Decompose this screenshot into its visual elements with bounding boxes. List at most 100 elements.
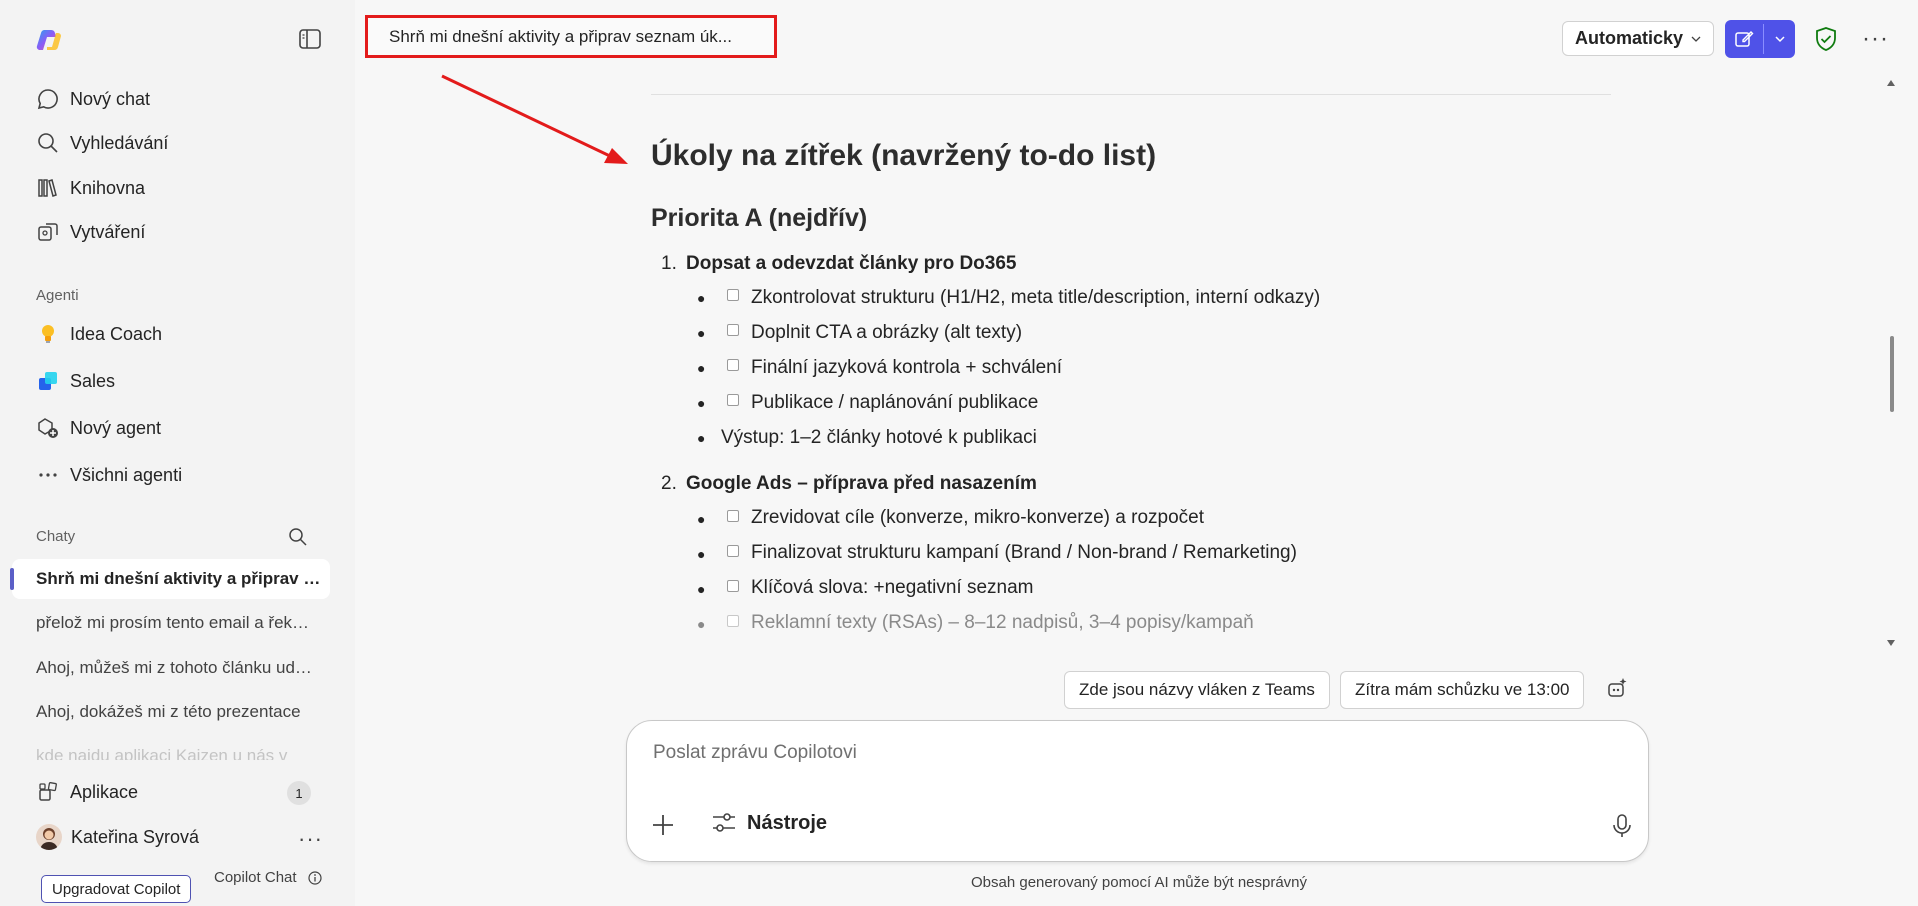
chat-item[interactable]: přelož mi prosím tento email a řekni mi [36,613,316,633]
list-item: Zkontrolovat strukturu (H1/H2, meta titl… [751,287,1321,308]
toggle-sidebar-icon[interactable] [299,29,321,49]
bullet: ● [697,511,706,527]
tools-button[interactable]: Nástroje [711,811,827,835]
task-checkbox[interactable] [727,289,739,301]
nav-create[interactable]: Vytváření [36,216,145,248]
nav-label: Vyhledávání [70,132,169,153]
nav-label: Knihovna [70,177,146,198]
lightbulb-icon [36,322,60,346]
user-more-icon[interactable]: ··· [298,826,323,852]
new-chat-split-button[interactable] [1725,20,1795,58]
more-suggestions-icon[interactable] [1604,676,1630,702]
task-checkbox[interactable] [727,324,739,336]
list-item: Výstup: 1–2 články hotové k publikaci [721,427,1037,448]
upgrade-button[interactable]: Upgradovat Copilot [41,875,192,903]
scrollbar-thumb[interactable] [1890,336,1894,412]
info-icon[interactable] [308,871,322,885]
plus-icon[interactable] [651,813,675,837]
library-icon [36,176,60,200]
chat-bubble-icon [36,87,60,111]
tools-label: Nástroje [747,811,828,834]
search-chats-icon[interactable] [288,527,308,547]
nav-library[interactable]: Knihovna [36,172,145,204]
apps-count-badge: 1 [287,781,311,805]
list-number: 2. [661,473,677,494]
new-agent-icon [36,416,60,440]
chat-item[interactable]: Ahoj, dokážeš mi z této prezentace [36,702,316,722]
new-chat-button[interactable] [1725,20,1763,58]
chevron-down-icon [1774,36,1785,43]
bullet: ● [697,325,706,341]
more-options-icon[interactable]: ··· [1862,25,1889,53]
bullet: ● [697,546,706,562]
section-title: Dopsat a odevzdat články pro Do365 [686,253,1017,274]
ai-disclaimer: Obsah generovaný pomocí AI může být nesp… [971,874,1308,891]
nav-apps[interactable]: Aplikace [36,776,138,808]
task-checkbox[interactable] [727,545,739,557]
task-checkbox[interactable] [727,615,739,627]
task-checkbox[interactable] [727,394,739,406]
nav-search[interactable]: Vyhledávání [36,127,168,159]
message-composer: Nástroje [626,720,1649,862]
chat-item-active[interactable]: Shrň mi dnešní aktivity a připrav seznam… [10,559,330,599]
scroll-up-arrow-icon[interactable] [1887,80,1895,86]
search-icon [36,131,60,155]
sidebar: Nový chat Vyhledávání Knihovna Vytváření… [0,0,355,906]
nav-label: Aplikace [70,781,139,802]
task-checkbox[interactable] [727,510,739,522]
task-checkbox[interactable] [727,359,739,371]
product-label: Copilot Chat [214,869,297,886]
list-number: 1. [661,253,677,274]
apps-icon [36,780,60,804]
list-item: Doplnit CTA a obrázky (alt texty) [751,322,1023,343]
compose-icon [1735,31,1754,47]
agent-sales[interactable]: Sales [36,365,115,397]
section-title: Google Ads – příprava před nasazením [686,473,1037,494]
suggestion-chip[interactable]: Zde jsou názvy vláken z Teams [1064,671,1330,709]
chat-item-label: Shrň mi dnešní aktivity a připrav seznam… [36,569,321,588]
bullet: ● [697,360,706,376]
agents-section-label: Agenti [36,287,79,304]
nav-label: Sales [70,370,116,391]
more-icon [36,463,60,487]
bullet: ● [697,581,706,597]
create-icon [36,220,60,244]
shield-check-icon[interactable] [1814,26,1838,52]
sales-icon [36,369,60,393]
divider [651,94,1611,95]
nav-label: Idea Coach [70,323,163,344]
task-checkbox[interactable] [727,580,739,592]
chats-section-label: Chaty [36,528,76,545]
bullet: ● [697,290,706,306]
bullet: ● [697,616,706,632]
conversation-title[interactable]: Shrň mi dnešní aktivity a připrav seznam… [365,15,777,58]
model-select[interactable]: Automaticky [1562,21,1714,56]
agent-idea-coach[interactable]: Idea Coach [36,318,162,350]
list-item: Finální jazyková kontrola + schválení [751,357,1063,378]
list-item: Reklamní texty (RSAs) – 8–12 nadpisů, 3–… [751,612,1254,633]
nav-label: Nový chat [70,88,151,109]
sliders-icon [713,813,735,832]
response-heading: Úkoly na zítřek (navržený to-do list) [651,139,1157,172]
chevron-down-icon [1691,36,1701,42]
agent-all[interactable]: Všichni agenti [36,459,182,491]
message-input[interactable] [651,741,1555,765]
chat-item[interactable]: Ahoj, můžeš mi z tohoto článku udělat [36,658,316,678]
agent-new[interactable]: Nový agent [36,412,161,444]
nav-label: Vytváření [70,221,146,242]
bullet: ● [697,395,706,411]
user-name[interactable]: Kateřina Syrová [71,821,199,853]
copilot-logo-icon[interactable] [36,27,62,53]
avatar[interactable] [36,824,62,850]
new-chat-dropdown[interactable] [1764,20,1795,58]
scroll-down-arrow-icon[interactable] [1887,640,1895,646]
list-item: Klíčová slova: +negativní seznam [751,577,1034,598]
bullet: ● [697,430,706,446]
microphone-icon[interactable] [1611,813,1633,839]
nav-new-chat[interactable]: Nový chat [36,83,150,115]
nav-label: Všichni agenti [70,464,183,485]
chat-item[interactable]: kde najdu aplikaci Kaizen u nás v [36,746,316,760]
list-item: Publikace / naplánování publikace [751,392,1039,413]
suggestion-chip[interactable]: Zítra mám schůzku ve 13:00 [1340,671,1585,709]
response-subheading: Priorita A (nejdřív) [651,204,868,232]
